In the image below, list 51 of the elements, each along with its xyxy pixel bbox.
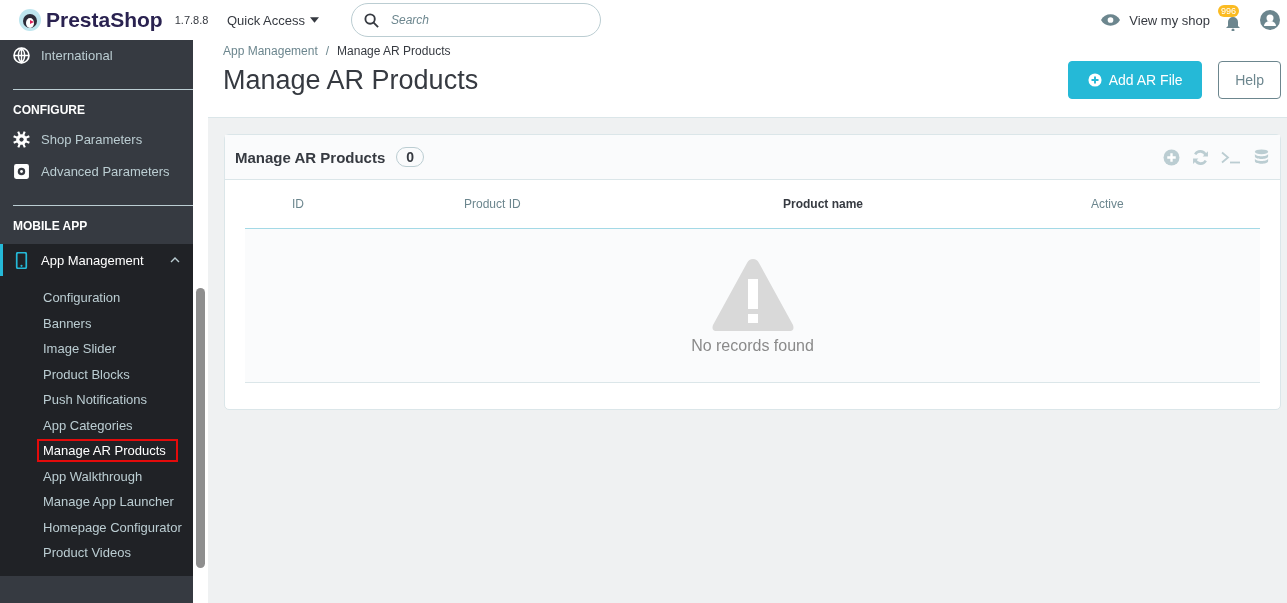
warning-icon bbox=[710, 256, 795, 333]
panel-title: Manage AR Products bbox=[235, 148, 386, 166]
column-header[interactable]: Active bbox=[1091, 197, 1124, 211]
chevron-icon bbox=[170, 257, 180, 263]
view-shop-link[interactable]: View my shop bbox=[1101, 12, 1210, 28]
eye-icon bbox=[1101, 14, 1121, 26]
scrollbar-thumb[interactable] bbox=[196, 288, 205, 568]
sidebar-section-title: MOBILE APP bbox=[12, 219, 89, 233]
submenu-item[interactable]: Product Videos bbox=[37, 541, 137, 564]
add-icon[interactable] bbox=[1163, 148, 1180, 166]
column-header[interactable]: Product ID bbox=[464, 197, 783, 211]
sidebar-item[interactable]: Shop Parameters bbox=[0, 128, 193, 151]
user-icon[interactable] bbox=[1260, 10, 1280, 30]
sidebar-item[interactable]: App Management bbox=[0, 244, 193, 276]
phone-icon bbox=[13, 251, 30, 269]
submenu-item[interactable]: Banners bbox=[37, 311, 98, 335]
submenu-item[interactable]: Manage AR Products bbox=[37, 439, 178, 462]
submenu-item[interactable]: Product Blocks bbox=[37, 362, 136, 386]
globe-icon bbox=[13, 47, 30, 64]
submenu-item[interactable]: Configuration bbox=[37, 286, 127, 309]
sidebar-item[interactable]: International bbox=[0, 44, 193, 67]
puffin-logo-icon bbox=[18, 8, 42, 32]
submenu-item[interactable]: Push Notifications bbox=[37, 388, 154, 411]
logo-text[interactable]: PrestaShop bbox=[46, 8, 163, 32]
search-icon bbox=[364, 13, 379, 28]
quick-access-button[interactable]: Quick Access bbox=[227, 12, 351, 28]
cog-box-icon bbox=[13, 163, 30, 180]
breadcrumb-link[interactable]: App Management bbox=[223, 44, 318, 58]
sidebar-section-title: CONFIGURE bbox=[12, 103, 86, 117]
bell-icon[interactable] bbox=[1226, 15, 1240, 31]
gear-icon bbox=[13, 131, 30, 148]
page-title: Manage AR Products bbox=[223, 64, 480, 96]
notification-badge: 996 bbox=[1218, 5, 1240, 17]
search-field[interactable]: Search bbox=[351, 3, 601, 37]
help-button[interactable]: Help bbox=[1218, 61, 1281, 99]
refresh-icon[interactable] bbox=[1192, 148, 1209, 166]
submenu-item[interactable]: App Categories bbox=[37, 413, 139, 437]
sidebar-item[interactable]: Advanced Parameters bbox=[0, 160, 193, 183]
submenu-item[interactable]: Image Slider bbox=[37, 337, 122, 360]
submenu-item[interactable]: Manage App Launcher bbox=[37, 490, 180, 513]
column-header[interactable]: Product name bbox=[783, 197, 1091, 211]
version-label: 1.7.8.8 bbox=[174, 14, 209, 26]
breadcrumb-link[interactable]: Manage AR Products bbox=[337, 44, 451, 58]
caret-icon bbox=[310, 17, 320, 23]
column-header[interactable]: ID bbox=[292, 197, 464, 211]
breadcrumb-separator: / bbox=[325, 44, 330, 58]
plus-circle-icon bbox=[1087, 73, 1102, 87]
submenu-item[interactable]: App Walkthrough bbox=[37, 464, 149, 488]
database-icon[interactable] bbox=[1253, 148, 1270, 166]
submenu-item[interactable]: Homepage Configurator bbox=[37, 515, 188, 539]
empty-message: No records found bbox=[691, 336, 814, 355]
